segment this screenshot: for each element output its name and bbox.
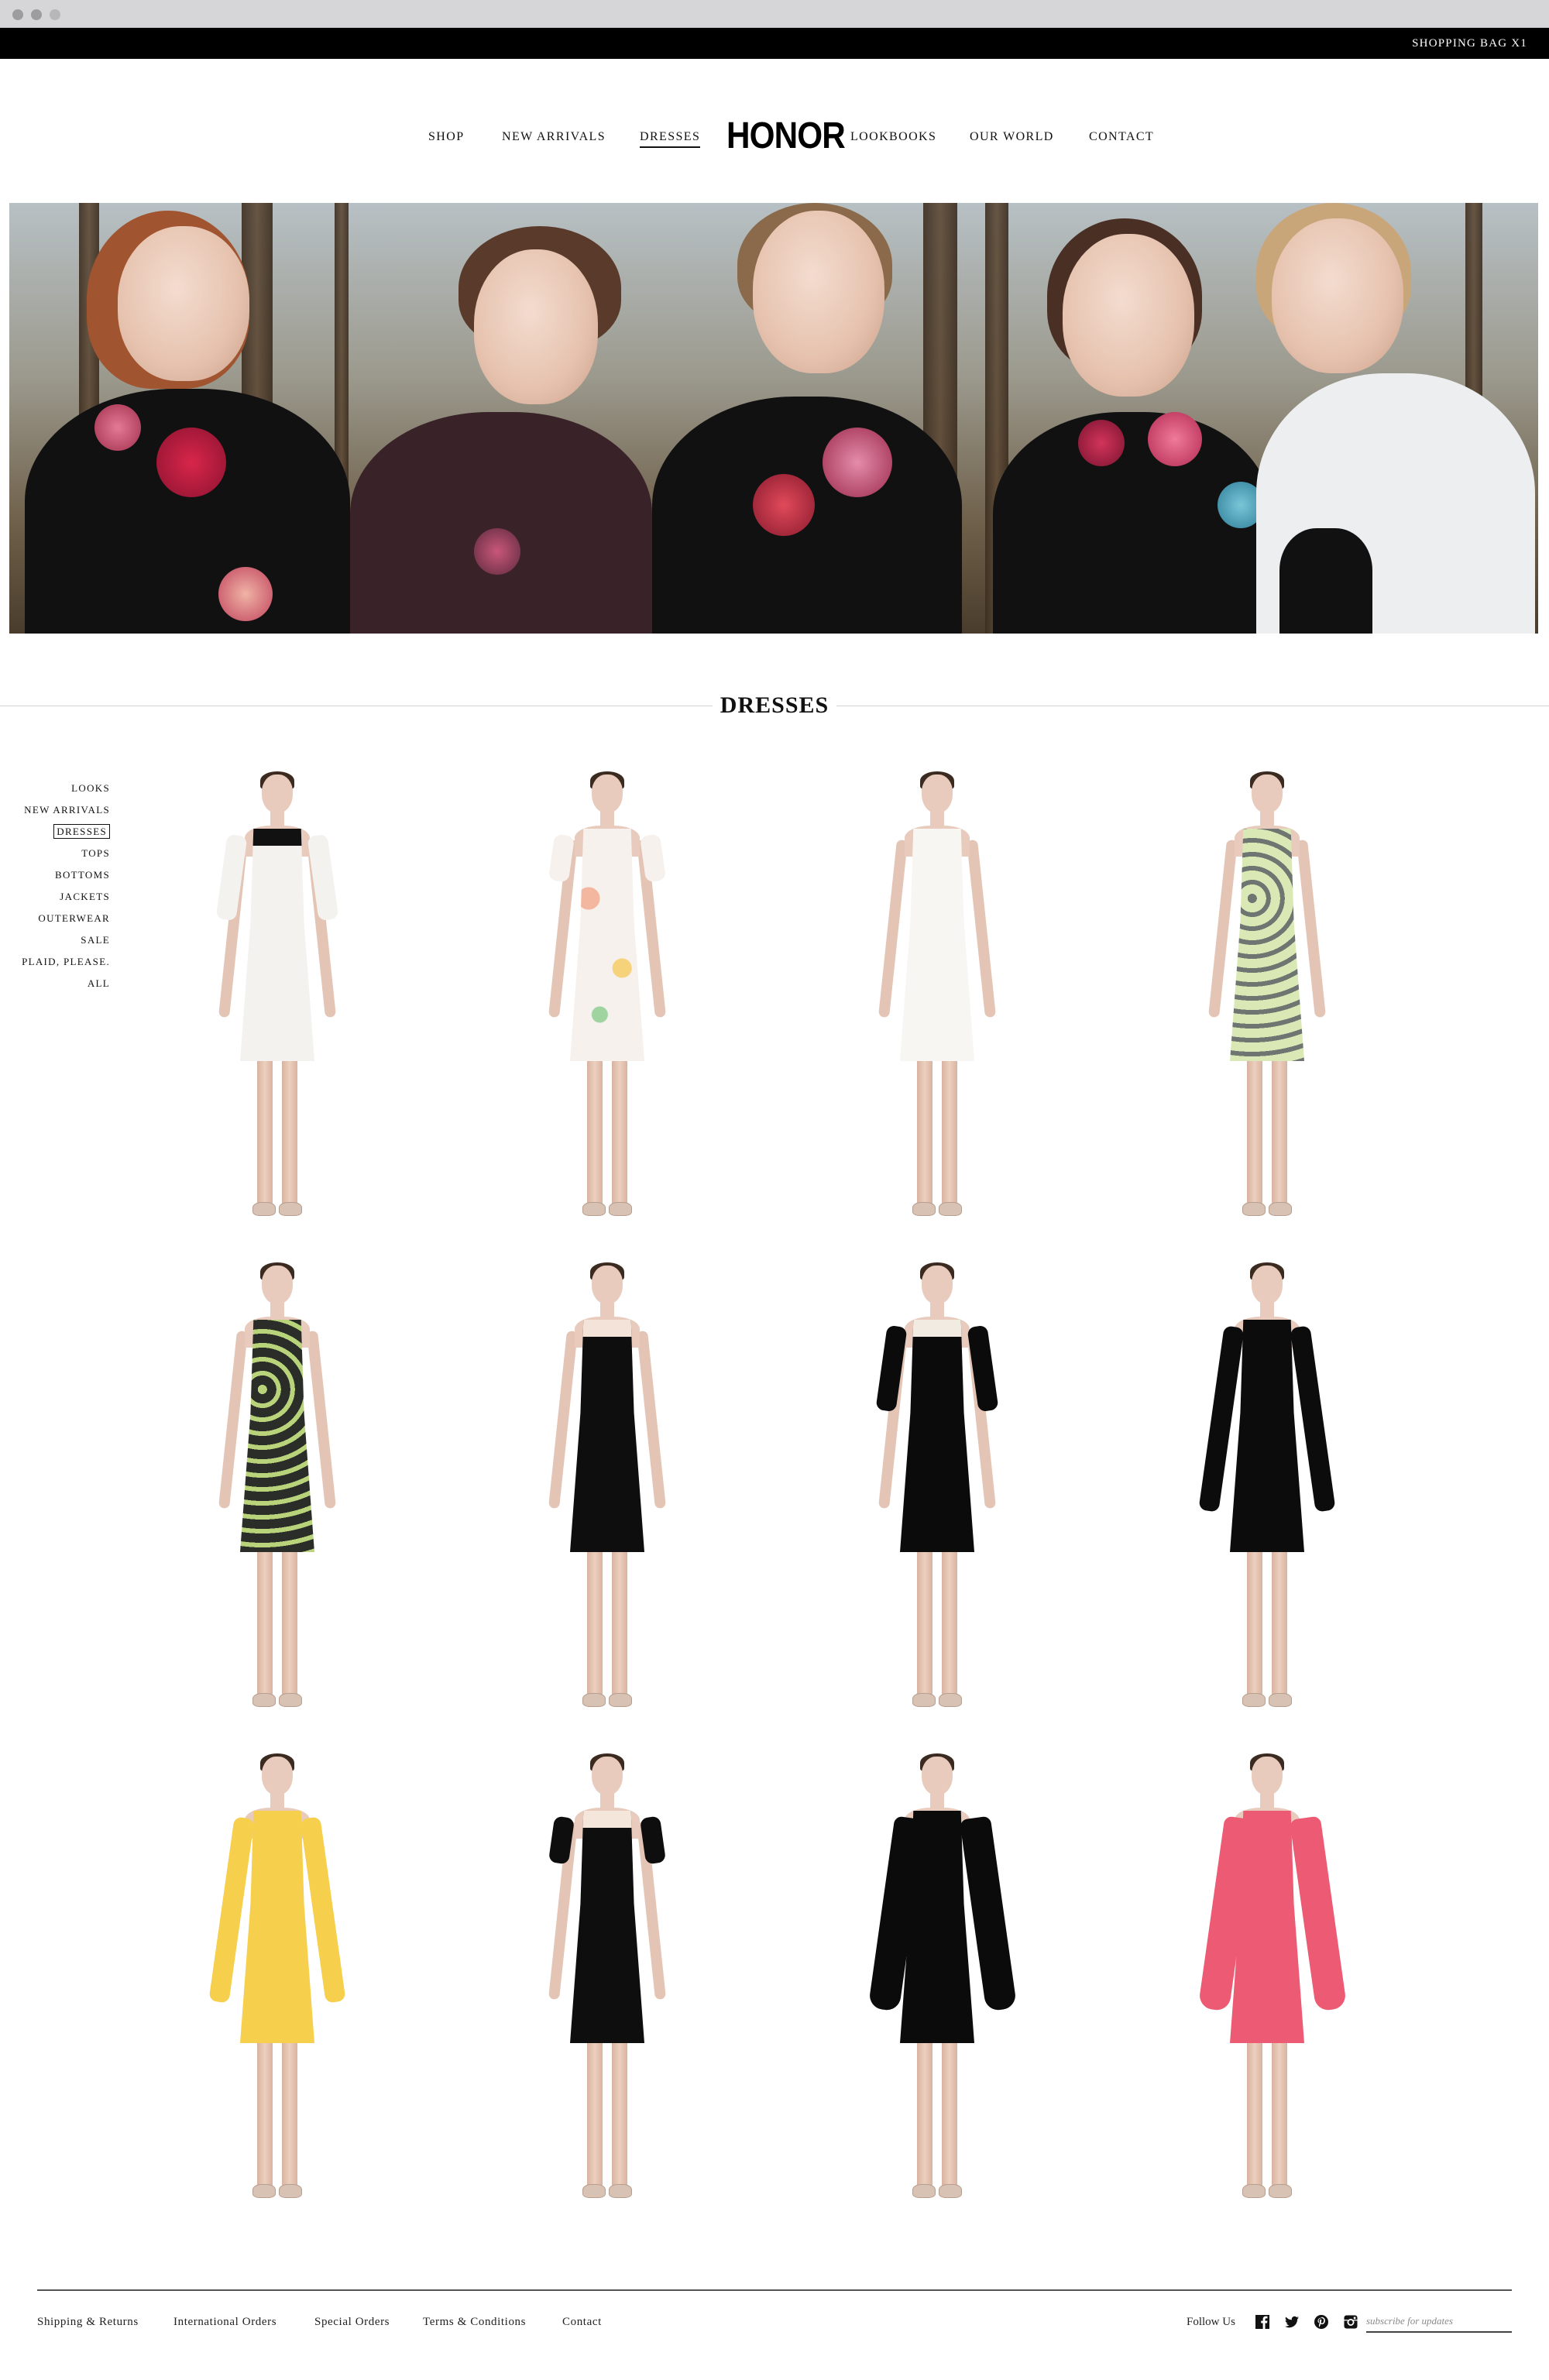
footer-link-terms-conditions[interactable]: Terms & Conditions bbox=[423, 2316, 526, 2329]
hero-banner-image bbox=[9, 203, 1538, 634]
footer-link-shipping-returns[interactable]: Shipping & Returns bbox=[37, 2316, 139, 2329]
nav-contact[interactable]: CONTACT bbox=[1089, 130, 1154, 144]
hero-model bbox=[993, 203, 1272, 634]
sidebar-item-all[interactable]: ALL bbox=[0, 973, 110, 994]
footer-divider bbox=[37, 2289, 1512, 2291]
product-image bbox=[1166, 771, 1368, 1224]
product-card[interactable] bbox=[177, 1753, 378, 2206]
page-title: DRESSES bbox=[720, 692, 829, 718]
product-card[interactable] bbox=[1166, 1262, 1368, 1715]
sidebar-item-looks[interactable]: LOOKS bbox=[0, 778, 110, 799]
product-image bbox=[177, 771, 378, 1224]
site-footer: Shipping & Returns International Orders … bbox=[37, 2311, 1512, 2339]
sidebar-item-bottoms[interactable]: BOTTOMS bbox=[0, 864, 110, 886]
product-card[interactable] bbox=[177, 1262, 378, 1715]
nav-shop[interactable]: SHOP bbox=[428, 130, 465, 144]
product-card[interactable] bbox=[507, 1262, 708, 1715]
facebook-icon[interactable] bbox=[1255, 2314, 1270, 2330]
product-card[interactable] bbox=[1166, 771, 1368, 1224]
window-minimize-dot[interactable] bbox=[31, 9, 42, 20]
shopping-bag-link[interactable]: SHOPPING BAG X1 bbox=[1412, 37, 1527, 50]
hero-model bbox=[1233, 203, 1538, 634]
subscribe-email-input[interactable] bbox=[1366, 2311, 1512, 2333]
product-image bbox=[507, 1262, 708, 1715]
site-logo[interactable]: HONOR bbox=[726, 115, 846, 157]
product-card[interactable] bbox=[1166, 1753, 1368, 2206]
product-image bbox=[836, 1753, 1038, 2206]
category-sidebar: LOOKS NEW ARRIVALS DRESSES TOPS BOTTOMS … bbox=[0, 778, 110, 994]
product-image bbox=[1166, 1753, 1368, 2206]
product-image bbox=[836, 771, 1038, 1224]
product-image bbox=[507, 771, 708, 1224]
footer-link-special-orders[interactable]: Special Orders bbox=[314, 2316, 390, 2329]
nav-our-world[interactable]: OUR WORLD bbox=[970, 130, 1054, 144]
product-card[interactable] bbox=[507, 771, 708, 1224]
top-bar: SHOPPING BAG X1 bbox=[0, 28, 1549, 59]
twitter-icon[interactable] bbox=[1284, 2314, 1300, 2330]
pinterest-icon[interactable] bbox=[1314, 2314, 1329, 2330]
nav-new-arrivals[interactable]: NEW ARRIVALS bbox=[502, 130, 606, 144]
sidebar-item-tops[interactable]: TOPS bbox=[0, 843, 110, 864]
product-card[interactable] bbox=[836, 1753, 1038, 2206]
product-card[interactable] bbox=[177, 771, 378, 1224]
section-header: DRESSES bbox=[0, 689, 1549, 720]
sidebar-item-label: DRESSES bbox=[53, 824, 110, 839]
hero-model bbox=[342, 203, 668, 634]
hero-model bbox=[644, 203, 970, 634]
browser-chrome bbox=[0, 0, 1549, 28]
product-card[interactable] bbox=[836, 1262, 1038, 1715]
footer-link-contact[interactable]: Contact bbox=[562, 2316, 602, 2329]
sidebar-item-outerwear[interactable]: OUTERWEAR bbox=[0, 908, 110, 929]
product-image bbox=[177, 1753, 378, 2206]
instagram-icon[interactable] bbox=[1343, 2314, 1358, 2330]
sidebar-item-new-arrivals[interactable]: NEW ARRIVALS bbox=[0, 799, 110, 821]
footer-link-international-orders[interactable]: International Orders bbox=[173, 2316, 276, 2329]
hero-model bbox=[9, 203, 350, 634]
product-image bbox=[836, 1262, 1038, 1715]
sidebar-item-plaid-please[interactable]: PLAID, PLEASE. bbox=[0, 951, 110, 973]
sidebar-item-dresses[interactable]: DRESSES bbox=[0, 821, 110, 843]
nav-dresses[interactable]: DRESSES bbox=[640, 130, 701, 148]
product-image bbox=[507, 1753, 708, 2206]
product-image bbox=[177, 1262, 378, 1715]
window-zoom-dot[interactable] bbox=[50, 9, 60, 20]
product-card[interactable] bbox=[507, 1753, 708, 2206]
product-card[interactable] bbox=[836, 771, 1038, 1224]
sidebar-item-jackets[interactable]: JACKETS bbox=[0, 886, 110, 908]
product-image bbox=[1166, 1262, 1368, 1715]
sidebar-item-sale[interactable]: SALE bbox=[0, 929, 110, 951]
nav-lookbooks[interactable]: LOOKBOOKS bbox=[850, 130, 936, 144]
main-nav: SHOP NEW ARRIVALS DRESSES HONOR LOOKBOOK… bbox=[0, 108, 1549, 170]
window-close-dot[interactable] bbox=[12, 9, 23, 20]
follow-us-label: Follow Us bbox=[1187, 2316, 1235, 2328]
